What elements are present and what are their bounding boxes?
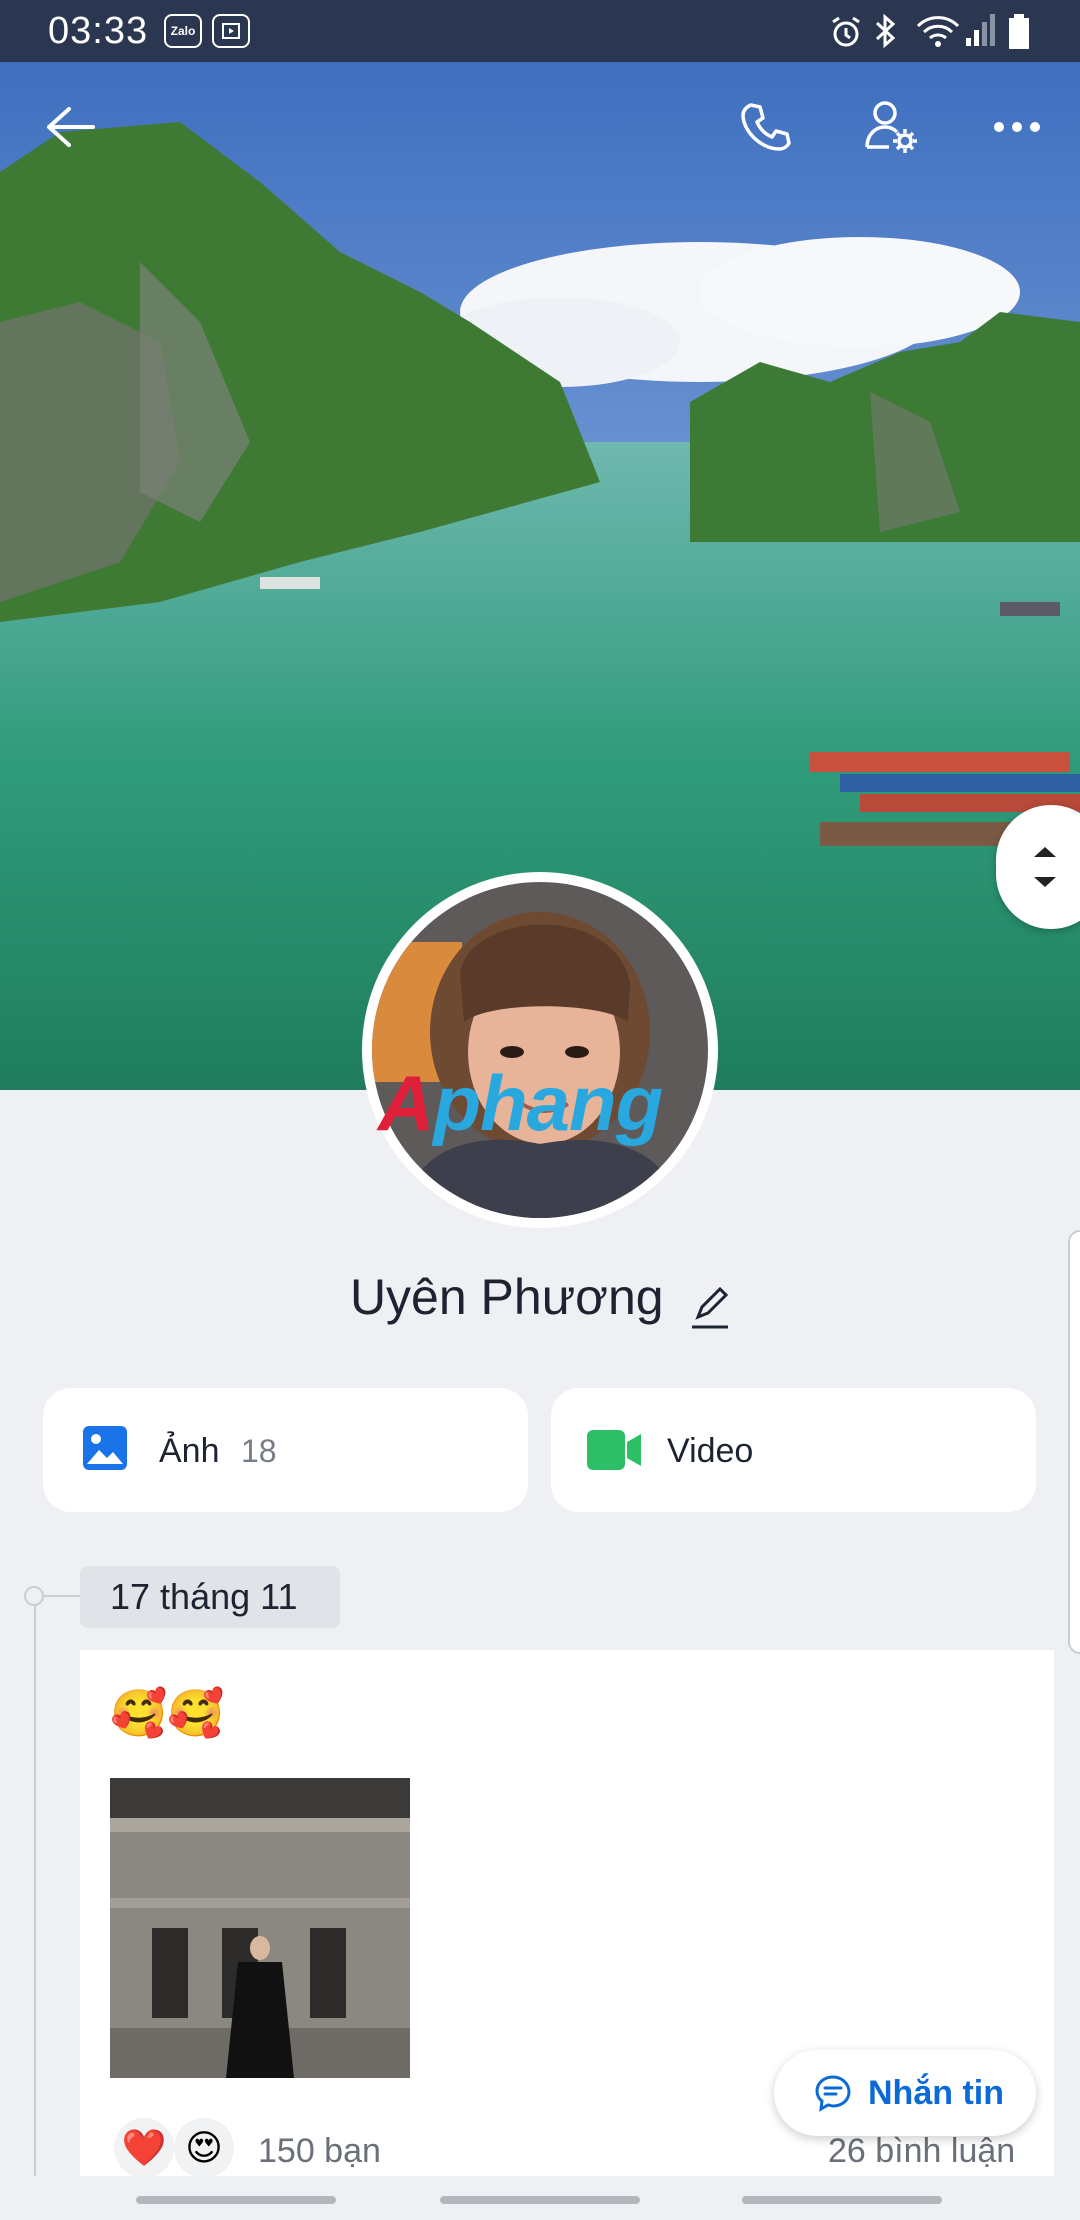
edit-name-button[interactable]: [690, 1285, 730, 1334]
message-button[interactable]: Nhắn tin: [774, 2050, 1036, 2136]
phone-icon: [741, 103, 791, 151]
watermark-logo: Aphang: [378, 1059, 663, 1147]
bluetooth-icon: [872, 12, 900, 55]
pencil-icon: [692, 1287, 729, 1329]
wifi-icon: [916, 14, 960, 53]
profile-name-row: Uyên Phương: [0, 1268, 1080, 1338]
video-app-icon: [212, 14, 250, 48]
status-bar: 03:33 Zalo: [0, 0, 1080, 62]
timeline-date: 17 tháng 11: [80, 1566, 340, 1628]
photos-tile[interactable]: Ảnh 18: [43, 1388, 528, 1512]
chevron-up-down-icon: [1034, 847, 1056, 887]
user-settings-icon: [865, 101, 917, 153]
profile-settings-button[interactable]: [856, 92, 926, 162]
chat-icon: [815, 2075, 851, 2112]
post-photo[interactable]: [110, 1778, 410, 2078]
timeline-tick: [44, 1595, 80, 1597]
comment-count[interactable]: 26 bình luận: [828, 2132, 1015, 2171]
battery-icon: [1008, 14, 1030, 55]
back-button[interactable]: [36, 92, 106, 162]
videos-tile[interactable]: Video: [551, 1388, 1036, 1512]
more-icon: [994, 122, 1040, 132]
alarm-icon: [828, 14, 864, 55]
navigation-bar: [0, 2176, 1080, 2220]
photos-label: Ảnh: [159, 1432, 220, 1470]
reaction-count[interactable]: 150 bạn: [258, 2132, 381, 2171]
heart-eyes-reaction: 😍: [174, 2118, 234, 2178]
photos-count: 18: [241, 1433, 277, 1469]
image-icon: [83, 1426, 127, 1470]
status-time: 03:33: [48, 10, 149, 52]
avatar[interactable]: [362, 872, 718, 1228]
more-button[interactable]: [982, 92, 1052, 162]
video-icon: [587, 1430, 641, 1470]
zalo-icon: Zalo: [164, 14, 202, 48]
profile-name: Uyên Phương: [349, 1269, 664, 1325]
post-text: 🥰🥰: [110, 1687, 225, 1739]
nav-back-button[interactable]: [742, 2196, 942, 2204]
arrow-left-icon: [47, 107, 95, 147]
heart-reaction: ❤️: [114, 2118, 174, 2178]
nav-home-button[interactable]: [440, 2196, 640, 2204]
timeline-line: [34, 1596, 36, 2220]
avatar-photo: [372, 882, 708, 1218]
message-label: Nhắn tin: [868, 2074, 1004, 2112]
nav-recent-button[interactable]: [136, 2196, 336, 2204]
signal-icon: [966, 14, 996, 51]
edge-panel-handle[interactable]: [1068, 1230, 1080, 1654]
videos-label: Video: [667, 1432, 754, 1470]
timeline-dot: [24, 1586, 44, 1606]
call-button[interactable]: [730, 92, 800, 162]
